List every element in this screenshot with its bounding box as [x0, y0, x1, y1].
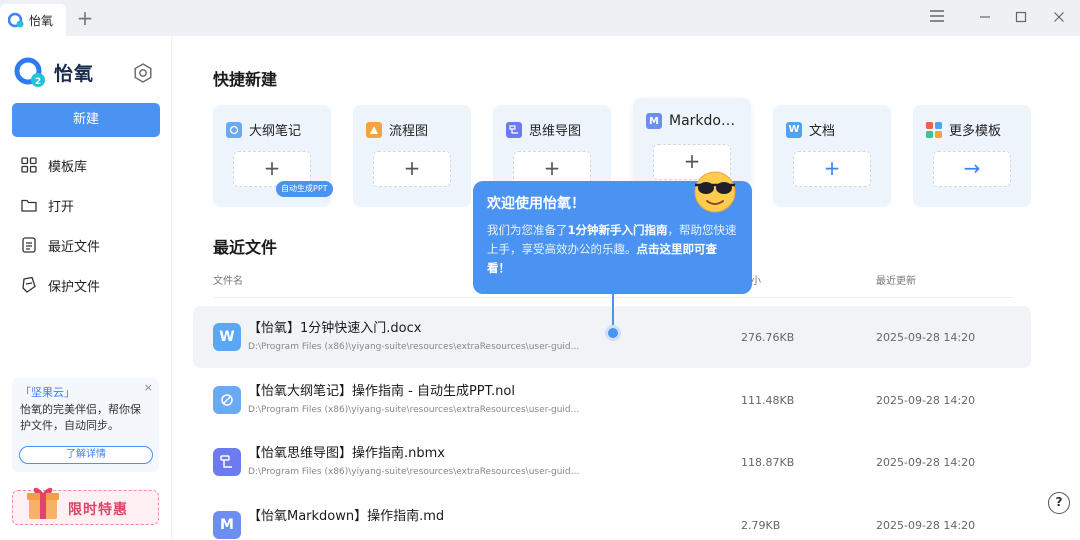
- minimize-icon[interactable]: [975, 8, 995, 28]
- tab-label: 怡氧: [29, 13, 54, 28]
- limited-offer-button[interactable]: 限时特惠: [12, 487, 159, 525]
- learn-more-button[interactable]: 了解详情: [19, 446, 153, 464]
- recent-files-title: 最近文件: [213, 238, 278, 257]
- maximize-icon[interactable]: [1011, 8, 1031, 28]
- gift-icon: [27, 487, 59, 519]
- quick-create-title: 快捷新建: [213, 70, 278, 89]
- new-tab-button[interactable]: +: [74, 6, 96, 30]
- file-size: 111.48KB: [741, 394, 795, 407]
- menu-icon[interactable]: [927, 8, 947, 28]
- close-icon[interactable]: [1049, 8, 1069, 28]
- card-label: Markdo…: [669, 113, 735, 129]
- file-name: 【怡氧Markdown】操作指南.md: [248, 509, 445, 524]
- promo-text: 怡氧的完美伴侣，帮你保护文件，自动同步。: [20, 403, 141, 432]
- sidebar-item-label: 最近文件: [48, 239, 101, 255]
- sidebar-item-label: 打开: [48, 199, 75, 215]
- tooltip-pointer-line: [612, 294, 614, 328]
- table-row[interactable]: 【怡氧大纲笔记】操作指南 - 自动生成PPT.nol D:\Program Fi…: [193, 369, 1031, 431]
- table-row[interactable]: 【怡氧思维导图】操作指南.nbmx D:\Program Files (x86)…: [193, 431, 1031, 493]
- folder-icon: [21, 199, 37, 212]
- sidebar-item-recent[interactable]: 最近文件: [20, 233, 100, 257]
- create-plus-button[interactable]: +: [373, 151, 451, 187]
- app-tab[interactable]: 怡氧: [0, 4, 66, 36]
- file-date: 2025-09-28 14:20: [876, 394, 976, 407]
- sidebar: 2 怡氧 新建 模板库 打开 最近文件 保护文件 「坚果云」 怡氧的完美伴侣，帮…: [0, 36, 172, 540]
- mindmap-file-icon: [213, 448, 241, 476]
- outline-note-icon: [226, 121, 242, 138]
- promo-title: 「坚果云」: [20, 386, 75, 399]
- card-outline-note[interactable]: 大纲笔记 + 自动生成PPT: [213, 105, 333, 207]
- sidebar-item-protect[interactable]: 保护文件: [20, 273, 100, 297]
- card-document[interactable]: W 文档 +: [773, 105, 891, 207]
- flowchart-icon: [366, 121, 382, 138]
- markdown-file-icon: M: [213, 511, 241, 539]
- column-header-size: 小: [751, 276, 761, 287]
- file-size: 118.87KB: [741, 456, 795, 469]
- promo-close-icon[interactable]: ×: [144, 381, 153, 394]
- tooltip-pointer-dot: [605, 325, 621, 341]
- shield-file-icon: [22, 276, 36, 293]
- yiyang-logo-icon: 2: [14, 57, 45, 87]
- file-name: 【怡氧大纲笔记】操作指南 - 自动生成PPT.nol: [248, 384, 515, 399]
- recent-document-icon: [22, 237, 36, 253]
- sidebar-item-label: 保护文件: [48, 279, 101, 295]
- sidebar-item-templates[interactable]: 模板库: [20, 153, 87, 177]
- help-button[interactable]: ?: [1048, 492, 1070, 514]
- card-label: 思维导图: [529, 124, 582, 139]
- app-logo-icon: [8, 12, 24, 28]
- file-path: D:\Program Files (x86)\yiyang-suite\reso…: [248, 342, 580, 352]
- card-label: 大纲笔记: [249, 124, 302, 139]
- card-flowchart[interactable]: 流程图 +: [353, 105, 471, 207]
- new-button[interactable]: 新建: [12, 103, 160, 137]
- sidebar-item-label: 模板库: [48, 159, 88, 175]
- file-name: 【怡氧思维导图】操作指南.nbmx: [248, 446, 445, 461]
- offer-label: 限时特惠: [68, 502, 128, 518]
- title-bar: 怡氧 +: [0, 0, 1080, 36]
- tooltip-title: 欢迎使用怡氧！: [487, 196, 585, 212]
- settings-gear-icon[interactable]: [132, 62, 154, 84]
- card-label: 更多模板: [949, 124, 1002, 139]
- template-grid-icon: [21, 157, 37, 173]
- tooltip-text: 我们为您准备了1分钟新手入门指南，帮助您快速上手，享受高效办公的乐趣。点击这里即…: [487, 223, 737, 275]
- sunglasses-emoji-icon: [694, 171, 736, 213]
- file-name: 【怡氧】1分钟快速入门.docx: [248, 321, 422, 336]
- logo-text: 怡氧: [54, 62, 95, 85]
- file-size: 2.79KB: [741, 519, 781, 532]
- card-label: 文档: [809, 124, 836, 139]
- sidebar-item-open[interactable]: 打开: [20, 193, 74, 217]
- app-logo: 2 怡氧: [14, 56, 94, 88]
- file-date: 2025-09-28 14:20: [876, 331, 976, 344]
- jianguoyun-promo: 「坚果云」 怡氧的完美伴侣，帮你保护文件，自动同步。 × 了解详情: [12, 378, 159, 472]
- more-templates-arrow-button[interactable]: →: [933, 151, 1011, 187]
- outline-file-icon: [213, 386, 241, 414]
- column-header-name: 文件名: [213, 276, 243, 287]
- column-header-updated: 最近更新: [876, 276, 916, 287]
- create-plus-button[interactable]: +: [793, 151, 871, 187]
- file-path: D:\Program Files (x86)\yiyang-suite\reso…: [248, 467, 580, 477]
- table-row[interactable]: M 【怡氧Markdown】操作指南.md 2.79KB 2025-09-28 …: [193, 494, 1031, 540]
- mindmap-icon: [506, 121, 522, 138]
- card-more-templates[interactable]: 更多模板 →: [913, 105, 1031, 207]
- svg-text:2: 2: [35, 77, 41, 87]
- file-size: 276.76KB: [741, 331, 795, 344]
- card-label: 流程图: [389, 124, 429, 139]
- file-date: 2025-09-28 14:20: [876, 519, 976, 532]
- auto-ppt-badge: 自动生成PPT: [276, 181, 333, 197]
- word-file-icon: W: [213, 323, 241, 351]
- file-path: D:\Program Files (x86)\yiyang-suite\reso…: [248, 405, 580, 415]
- word-doc-icon: W: [786, 121, 802, 138]
- more-templates-icon: [926, 121, 942, 138]
- markdown-icon: M: [646, 113, 662, 129]
- file-date: 2025-09-28 14:20: [876, 456, 976, 469]
